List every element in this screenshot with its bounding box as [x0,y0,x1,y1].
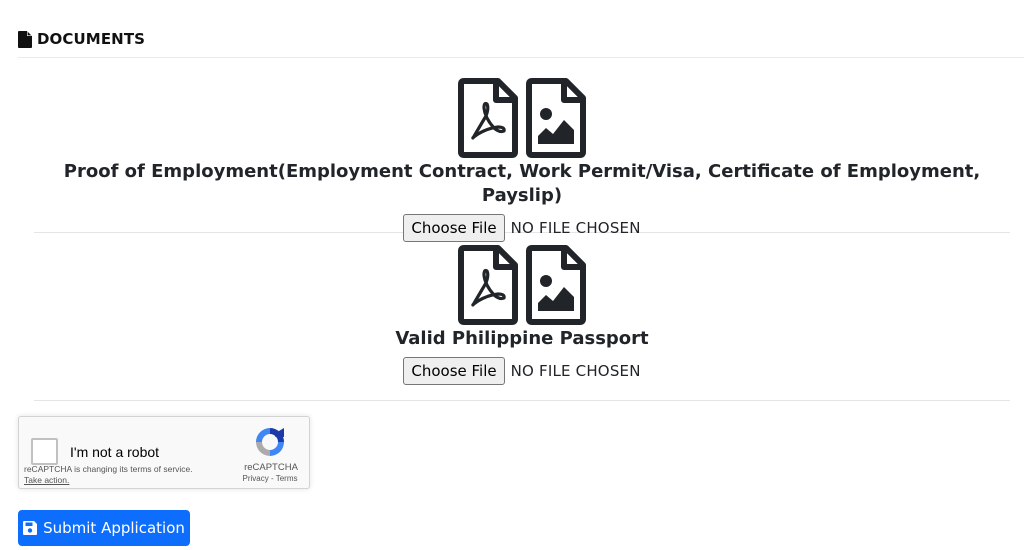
document-label: Valid Philippine Passport [395,328,649,349]
document-upload-passport: Valid Philippine Passport Choose File NO… [34,245,1010,401]
documents-section-header: DOCUMENTS [18,30,1024,58]
file-pdf-icon [458,245,518,325]
recaptcha-logo-icon [256,428,284,456]
submit-application-button[interactable]: Submit Application [18,510,190,546]
file-image-icon [526,245,586,325]
document-upload-employment: Proof of Employment(Employment Contract,… [34,78,1010,242]
recaptcha-notice-text: reCAPTCHA is changing its terms of servi… [24,464,193,474]
file-type-icons [34,245,1010,325]
file-input: Choose File NO FILE CHOSEN [34,214,1010,242]
file-status: NO FILE CHOSEN [510,219,641,237]
file-pdf-icon [458,78,518,158]
file-input: Choose File NO FILE CHOSEN [34,357,1010,385]
file-type-icons [34,78,1010,158]
document-label: Proof of Employment(Employment Contract,… [63,161,981,206]
take-action-link[interactable]: Take action. [24,475,193,486]
recaptcha-brand: reCAPTCHA [244,462,298,473]
file-image-icon [526,78,586,158]
save-icon [23,521,38,535]
section-title: DOCUMENTS [37,30,146,48]
submit-label: Submit Application [43,519,185,537]
recaptcha-privacy-terms-links[interactable]: Privacy - Terms [237,474,303,483]
recaptcha-notice: reCAPTCHA is changing its terms of servi… [24,464,193,486]
file-status: NO FILE CHOSEN [510,362,641,380]
recaptcha-checkbox[interactable] [31,438,58,465]
file-icon [18,31,32,48]
recaptcha-label: I'm not a robot [70,444,160,460]
choose-file-button[interactable]: Choose File [403,357,505,385]
recaptcha-widget: I'm not a robot reCAPTCHA is changing it… [18,416,310,489]
choose-file-button[interactable]: Choose File [403,214,505,242]
